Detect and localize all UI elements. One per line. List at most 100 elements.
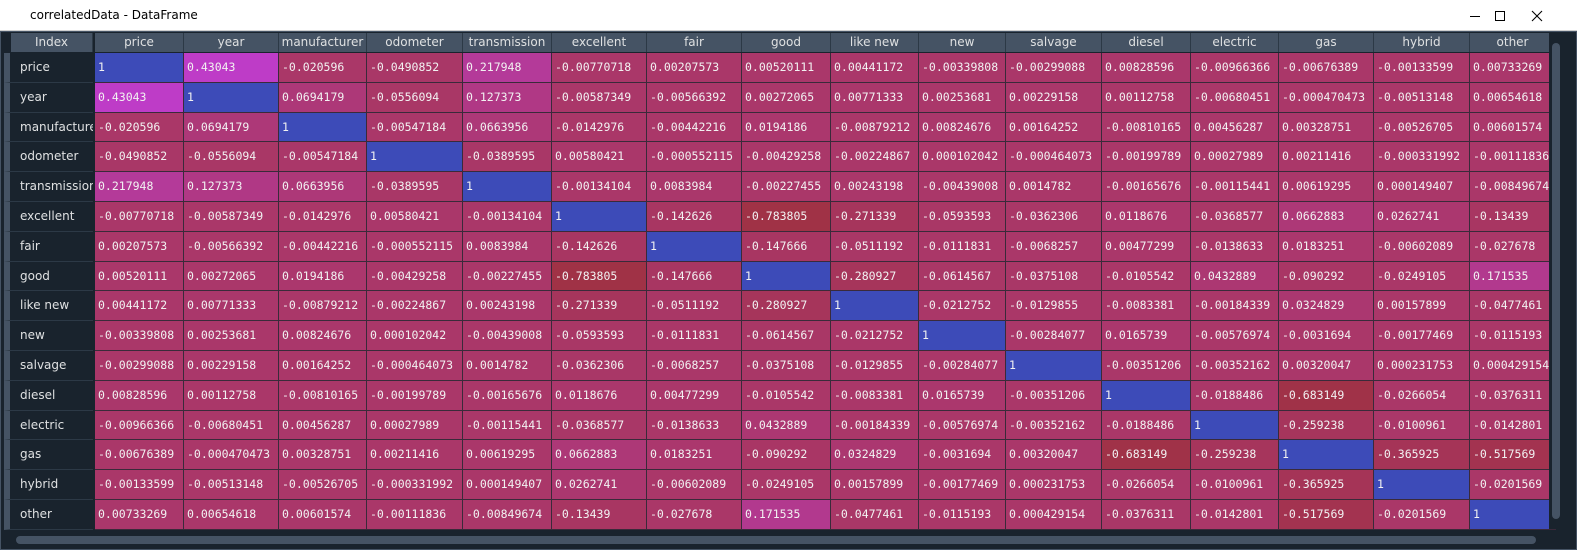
table-cell[interactable]: -0.027678 bbox=[647, 499, 742, 530]
table-cell[interactable]: -0.0511192 bbox=[831, 231, 919, 262]
table-cell[interactable]: -0.00879212 bbox=[279, 291, 367, 322]
table-cell[interactable]: 1 bbox=[552, 201, 647, 232]
table-cell[interactable]: -0.0376311 bbox=[1102, 499, 1191, 530]
table-cell[interactable]: -0.00602089 bbox=[647, 470, 742, 500]
table-cell[interactable]: 1 bbox=[279, 112, 367, 143]
table-cell[interactable]: -0.517569 bbox=[1470, 440, 1556, 471]
table-cell[interactable]: 0.00771333 bbox=[184, 291, 279, 322]
row-header[interactable]: transmission bbox=[4, 172, 93, 202]
table-cell[interactable]: -0.13439 bbox=[1470, 201, 1556, 232]
row-header[interactable]: gas bbox=[4, 440, 93, 471]
table-cell[interactable]: 0.0183251 bbox=[1279, 231, 1374, 262]
table-cell[interactable]: 1 bbox=[919, 321, 1006, 351]
table-cell[interactable]: -0.0490852 bbox=[367, 53, 463, 83]
table-cell[interactable]: 1 bbox=[647, 231, 742, 262]
table-cell[interactable]: 0.0262741 bbox=[552, 470, 647, 500]
table-cell[interactable]: -0.0368577 bbox=[1191, 201, 1279, 232]
table-cell[interactable]: 0.00207573 bbox=[647, 53, 742, 83]
table-cell[interactable]: -0.783805 bbox=[742, 201, 831, 232]
table-cell[interactable]: 0.0194186 bbox=[742, 112, 831, 143]
table-cell[interactable]: -0.280927 bbox=[831, 261, 919, 292]
table-cell[interactable]: 1 bbox=[1191, 410, 1279, 441]
row-header[interactable]: diesel bbox=[4, 380, 93, 411]
table-cell[interactable]: 0.127373 bbox=[463, 82, 552, 113]
table-cell[interactable]: 0.0324829 bbox=[831, 440, 919, 471]
table-cell[interactable]: 1 bbox=[742, 261, 831, 292]
table-cell[interactable]: 0.000429154 bbox=[1006, 499, 1102, 530]
table-cell[interactable]: -0.00133599 bbox=[95, 470, 184, 500]
table-cell[interactable]: -0.000470473 bbox=[1279, 82, 1374, 113]
column-header[interactable]: like new bbox=[831, 33, 919, 52]
table-cell[interactable]: -0.00224867 bbox=[367, 291, 463, 322]
table-cell[interactable]: -0.00227455 bbox=[463, 261, 552, 292]
table-cell[interactable]: -0.00966366 bbox=[1191, 53, 1279, 83]
table-cell[interactable]: -0.00879212 bbox=[831, 112, 919, 143]
table-cell[interactable]: -0.00177469 bbox=[919, 470, 1006, 500]
table-cell[interactable]: -0.259238 bbox=[1279, 410, 1374, 441]
table-cell[interactable]: 0.00456287 bbox=[1191, 112, 1279, 143]
row-header[interactable]: good bbox=[4, 261, 93, 292]
table-cell[interactable]: 0.0662883 bbox=[1279, 201, 1374, 232]
table-cell[interactable]: -0.00133599 bbox=[1374, 53, 1470, 83]
table-cell[interactable]: -0.147666 bbox=[742, 231, 831, 262]
column-header[interactable]: transmission bbox=[463, 33, 552, 52]
table-cell[interactable]: -0.00429258 bbox=[367, 261, 463, 292]
table-cell[interactable]: -0.0083381 bbox=[1102, 291, 1191, 322]
table-cell[interactable]: -0.00165676 bbox=[463, 380, 552, 411]
index-header[interactable]: Index bbox=[11, 33, 93, 52]
horizontal-scroll-thumb[interactable] bbox=[16, 536, 1536, 544]
table-cell[interactable]: 0.0165739 bbox=[1102, 321, 1191, 351]
table-cell[interactable]: 0.217948 bbox=[463, 53, 552, 83]
table-cell[interactable]: 1 bbox=[463, 172, 552, 202]
table-cell[interactable]: 0.00733269 bbox=[95, 499, 184, 530]
table-cell[interactable]: -0.0188486 bbox=[1191, 380, 1279, 411]
table-cell[interactable]: -0.00115441 bbox=[1191, 172, 1279, 202]
table-cell[interactable]: 0.43043 bbox=[184, 53, 279, 83]
column-header[interactable]: diesel bbox=[1102, 33, 1191, 52]
table-cell[interactable]: -0.0031694 bbox=[1279, 321, 1374, 351]
table-cell[interactable]: -0.00587349 bbox=[552, 82, 647, 113]
table-cell[interactable]: -0.027678 bbox=[1470, 231, 1556, 262]
table-cell[interactable]: 0.000149407 bbox=[463, 470, 552, 500]
table-cell[interactable]: -0.00177469 bbox=[1374, 321, 1470, 351]
table-cell[interactable]: -0.00352162 bbox=[1006, 410, 1102, 441]
table-cell[interactable]: 0.00320047 bbox=[1006, 440, 1102, 471]
table-cell[interactable]: 0.00229158 bbox=[1006, 82, 1102, 113]
table-cell[interactable]: 1 bbox=[1102, 380, 1191, 411]
table-cell[interactable]: 0.00272065 bbox=[184, 261, 279, 292]
table-cell[interactable]: 1 bbox=[367, 142, 463, 173]
table-cell[interactable]: 0.00601574 bbox=[279, 499, 367, 530]
table-cell[interactable]: 0.217948 bbox=[95, 172, 184, 202]
table-cell[interactable]: -0.0556094 bbox=[367, 82, 463, 113]
table-cell[interactable]: 0.00654618 bbox=[1470, 82, 1556, 113]
table-cell[interactable]: -0.0068257 bbox=[647, 350, 742, 381]
table-cell[interactable]: 0.0194186 bbox=[279, 261, 367, 292]
column-header[interactable]: manufacturer bbox=[279, 33, 367, 52]
column-header[interactable]: salvage bbox=[1006, 33, 1102, 52]
table-cell[interactable]: -0.00227455 bbox=[742, 172, 831, 202]
column-header[interactable]: price bbox=[95, 33, 184, 52]
table-cell[interactable]: -0.0111831 bbox=[647, 321, 742, 351]
table-cell[interactable]: -0.0188486 bbox=[1102, 410, 1191, 441]
table-cell[interactable]: 0.00654618 bbox=[184, 499, 279, 530]
table-cell[interactable]: 0.00520111 bbox=[742, 53, 831, 83]
table-cell[interactable]: -0.00602089 bbox=[1374, 231, 1470, 262]
table-cell[interactable]: -0.0593593 bbox=[919, 201, 1006, 232]
table-cell[interactable]: 0.00477299 bbox=[647, 380, 742, 411]
table-cell[interactable]: 1 bbox=[1279, 440, 1374, 471]
table-cell[interactable]: 0.00164252 bbox=[279, 350, 367, 381]
table-cell[interactable]: 0.00477299 bbox=[1102, 231, 1191, 262]
row-header[interactable]: other bbox=[4, 499, 93, 530]
table-cell[interactable]: 0.000102042 bbox=[367, 321, 463, 351]
table-cell[interactable]: 0.0118676 bbox=[552, 380, 647, 411]
table-cell[interactable]: 0.00828596 bbox=[95, 380, 184, 411]
table-cell[interactable]: -0.020596 bbox=[279, 53, 367, 83]
title-bar[interactable]: correlatedData - DataFrame bbox=[0, 0, 1577, 31]
table-cell[interactable]: -0.0376311 bbox=[1470, 380, 1556, 411]
table-cell[interactable]: -0.0389595 bbox=[463, 142, 552, 173]
table-cell[interactable]: 0.0118676 bbox=[1102, 201, 1191, 232]
table-cell[interactable]: 1 bbox=[1374, 470, 1470, 500]
row-header[interactable]: price bbox=[4, 53, 93, 83]
table-cell[interactable]: -0.0100961 bbox=[1191, 470, 1279, 500]
table-cell[interactable]: -0.00199789 bbox=[367, 380, 463, 411]
